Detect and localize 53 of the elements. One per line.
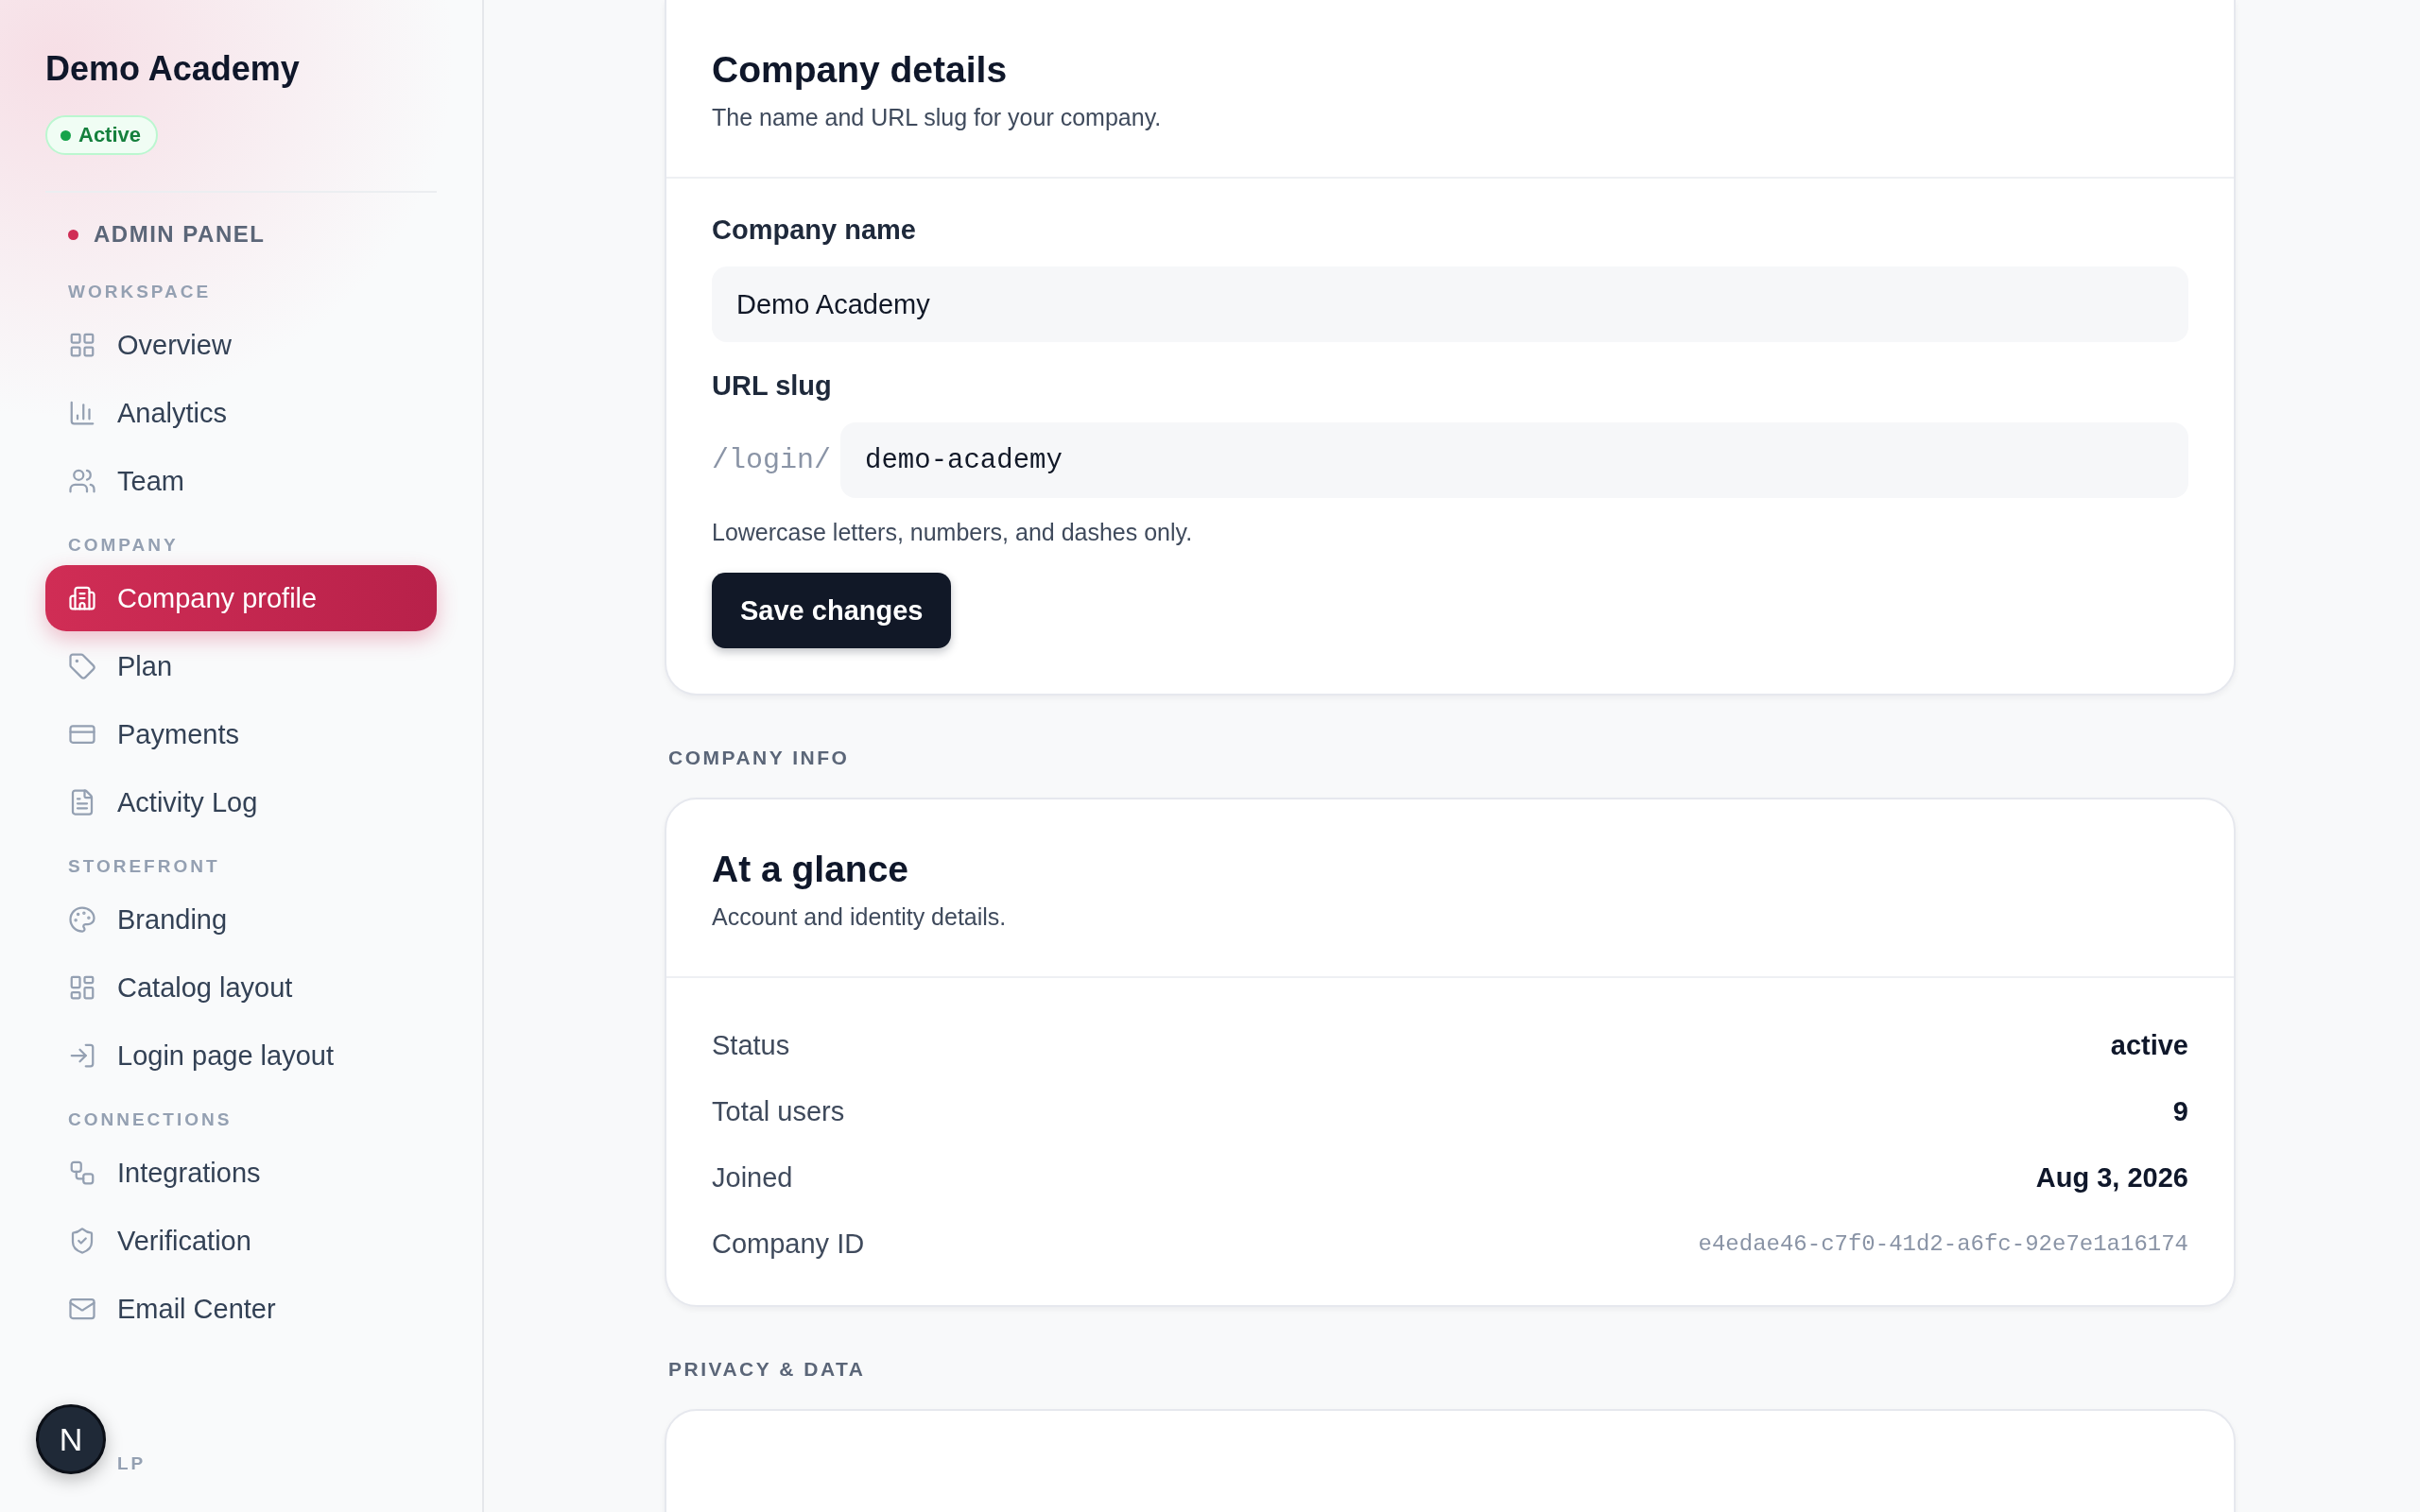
- building-icon: [68, 584, 96, 612]
- card-subtitle: The name and URL slug for your company.: [712, 104, 1163, 131]
- nav-item[interactable]: Company profile: [45, 565, 437, 631]
- login-icon: [68, 1041, 96, 1070]
- field-hint: Lowercase letters, numbers, and dashes only.: [712, 519, 1194, 546]
- info-value: 9: [2172, 1095, 2188, 1127]
- nav-item[interactable]: Payments: [45, 701, 437, 767]
- section-title: CONNECTIONS: [67, 1109, 233, 1130]
- nav-item[interactable]: Integrations: [45, 1140, 437, 1206]
- info-label: Company ID: [712, 1228, 865, 1260]
- section-heading: PRIVACY & DATA: [667, 1357, 867, 1382]
- nav-item[interactable]: Team: [45, 448, 437, 514]
- field-label: URL slug: [712, 370, 833, 402]
- nav-item[interactable]: Login page layout: [45, 1022, 437, 1089]
- save-button[interactable]: Save changes: [712, 573, 952, 648]
- dot-icon: [68, 229, 78, 240]
- nav-item[interactable]: Activity Log: [45, 769, 437, 835]
- nav-item[interactable]: Verification: [45, 1208, 437, 1274]
- nav-item[interactable]: Catalog layout: [45, 954, 437, 1021]
- card-title: At a glance: [712, 849, 910, 890]
- palette-icon: [68, 905, 96, 934]
- card-title: Company details: [712, 49, 1009, 91]
- input-field[interactable]: demo-academy: [840, 422, 2188, 498]
- section-title: STOREFRONT: [67, 856, 221, 877]
- info-value: active: [2110, 1029, 2188, 1061]
- users-icon: [68, 467, 96, 495]
- section-heading: COMPANY INFO: [667, 746, 851, 770]
- nav-item[interactable]: Branding: [45, 886, 437, 953]
- section-title: WORKSPACE: [67, 282, 213, 302]
- info-label: Total users: [712, 1095, 845, 1127]
- status-badge: Active: [45, 115, 159, 155]
- grid-icon: [68, 331, 96, 359]
- nav-item[interactable]: Email Center: [45, 1276, 437, 1342]
- tag-icon: [68, 652, 96, 680]
- section-title: COMPANY: [67, 535, 180, 556]
- nav-item[interactable]: Plan: [45, 633, 437, 699]
- info-value: e4edae46-c7f0-41d2-a6fc-92e7e1a16174: [1698, 1230, 2188, 1257]
- info-value: Aug 3, 2026: [2035, 1161, 2188, 1194]
- input-field[interactable]: Demo Academy: [712, 266, 2188, 342]
- org-name: Demo Academy: [45, 49, 301, 89]
- info-label: Joined: [712, 1161, 793, 1194]
- bar-chart-icon: [68, 399, 96, 427]
- panel-label: ADMIN PANEL: [94, 221, 266, 248]
- field-label: Company name: [712, 215, 917, 246]
- info-label: Status: [712, 1029, 790, 1061]
- section-title: LP: [117, 1453, 147, 1474]
- nav-item[interactable]: Overview: [45, 312, 437, 378]
- layout-icon: [68, 973, 96, 1002]
- card-subtitle: Account and identity details.: [712, 903, 1008, 931]
- linked-squares-icon: [68, 1159, 96, 1187]
- slug-prefix: /login/: [712, 444, 832, 476]
- avatar-button[interactable]: N: [36, 1404, 106, 1474]
- nav-item[interactable]: Analytics: [45, 380, 437, 446]
